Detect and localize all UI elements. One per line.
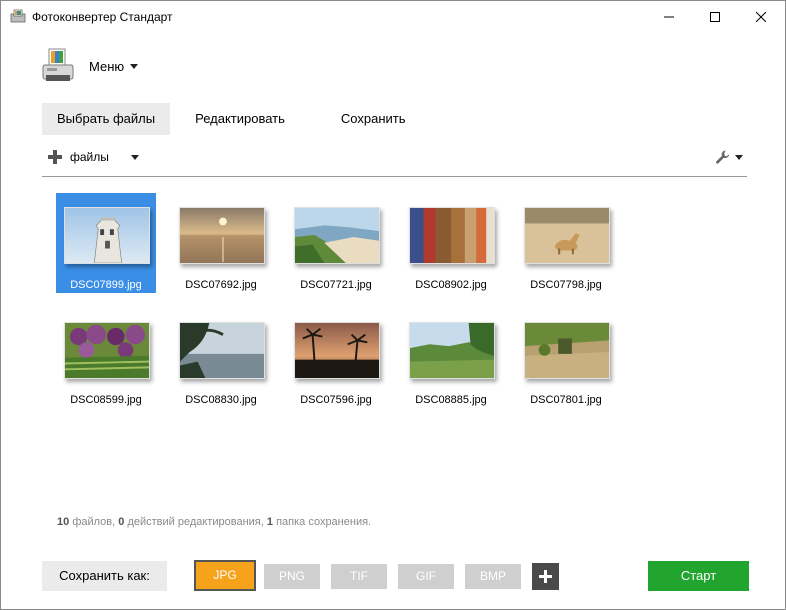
file-tile[interactable]: DSC07721.jpg <box>286 193 386 293</box>
format-tif-button[interactable]: TIF <box>331 564 387 589</box>
minimize-icon <box>664 16 674 17</box>
photo-thumbnail <box>524 207 610 264</box>
photo-thumbnail <box>409 322 495 379</box>
close-icon <box>756 11 766 22</box>
save-as-label: Сохранить как: <box>42 561 167 591</box>
menu-dropdown[interactable]: Меню <box>89 59 139 74</box>
file-name: DSC07899.jpg <box>70 279 142 291</box>
file-name: DSC08902.jpg <box>415 279 487 291</box>
format-jpg-button[interactable]: JPG <box>194 560 256 591</box>
add-format-button[interactable] <box>532 563 559 590</box>
file-name: DSC07801.jpg <box>530 394 602 406</box>
start-button[interactable]: Старт <box>648 561 749 591</box>
menu-label: Меню <box>89 59 125 74</box>
photo-thumbnail <box>64 322 150 379</box>
file-tile[interactable]: DSC08599.jpg <box>56 308 156 408</box>
plus-icon <box>48 150 62 164</box>
window-title: Фотоконвертер Стандарт <box>32 10 173 24</box>
add-files-label: файлы <box>70 150 109 164</box>
folders-text: папка сохранения. <box>276 516 372 528</box>
app-window: Фотоконвертер Стандарт Меню Выбрать файл… <box>0 0 786 610</box>
tab-select-files[interactable]: Выбрать файлы <box>42 103 171 135</box>
file-tile[interactable]: DSC08830.jpg <box>171 308 271 408</box>
plus-icon <box>539 570 552 583</box>
format-gif-button[interactable]: GIF <box>398 564 454 589</box>
title-bar: Фотоконвертер Стандарт <box>1 1 785 32</box>
files-count: 10 <box>57 516 70 528</box>
maximize-button[interactable] <box>692 1 738 32</box>
chevron-down-icon <box>130 154 139 160</box>
chevron-down-icon <box>130 64 139 69</box>
photo-thumbnail <box>179 207 265 264</box>
edits-count: 0 <box>118 516 125 528</box>
photo-thumbnail <box>179 322 265 379</box>
main-tabs: Выбрать файлы Редактировать Сохранить <box>42 103 421 135</box>
app-icon <box>10 9 26 23</box>
photo-thumbnail <box>64 207 150 264</box>
file-tile[interactable]: DSC07596.jpg <box>286 308 386 408</box>
edits-text: действий редактирования, <box>127 516 264 528</box>
maximize-icon <box>710 11 720 22</box>
tab-edit[interactable]: Редактировать <box>180 103 300 135</box>
format-png-button[interactable]: PNG <box>264 564 320 589</box>
status-line: 10 файлов, 0 действий редактирования, 1 … <box>57 516 371 528</box>
file-tile[interactable]: DSC07801.jpg <box>516 308 616 408</box>
file-name: DSC07596.jpg <box>300 394 372 406</box>
file-tile[interactable]: DSC07798.jpg <box>516 193 616 293</box>
file-name: DSC07798.jpg <box>530 279 602 291</box>
photo-thumbnail <box>409 207 495 264</box>
folders-count: 1 <box>266 516 273 528</box>
add-files-button[interactable]: файлы <box>48 150 139 164</box>
file-tile[interactable]: DSC07899.jpg <box>56 193 156 293</box>
file-name: DSC08599.jpg <box>70 394 142 406</box>
file-tile[interactable]: DSC08902.jpg <box>401 193 501 293</box>
format-bmp-button[interactable]: BMP <box>465 564 521 589</box>
wrench-icon <box>716 150 730 164</box>
minimize-button[interactable] <box>646 1 692 32</box>
tab-save[interactable]: Сохранить <box>326 103 421 135</box>
app-logo <box>42 48 74 81</box>
close-button[interactable] <box>738 1 784 32</box>
files-text: файлов, <box>72 516 116 528</box>
file-name: DSC08885.jpg <box>415 394 487 406</box>
chevron-down-icon <box>735 154 743 160</box>
file-tile[interactable]: DSC08885.jpg <box>401 308 501 408</box>
files-toolbar: файлы <box>42 145 747 173</box>
photo-thumbnail <box>294 322 380 379</box>
settings-button[interactable] <box>715 149 743 165</box>
file-name: DSC07721.jpg <box>300 279 372 291</box>
divider <box>42 176 747 177</box>
photo-thumbnail <box>294 207 380 264</box>
file-name: DSC07692.jpg <box>185 279 257 291</box>
file-name: DSC08830.jpg <box>185 394 257 406</box>
photo-thumbnail <box>524 322 610 379</box>
file-tile[interactable]: DSC07692.jpg <box>171 193 271 293</box>
